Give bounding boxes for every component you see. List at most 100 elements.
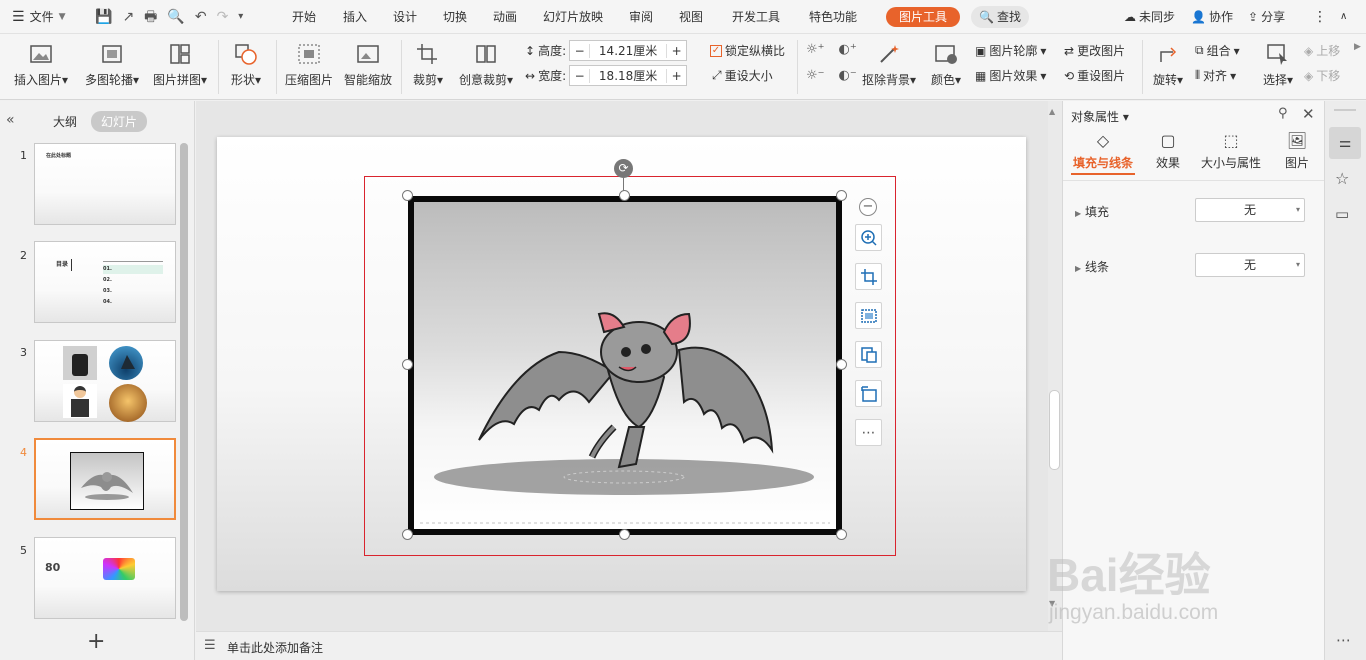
share-button[interactable]: ⇪ 分享	[1248, 0, 1285, 34]
tab-effects[interactable]: ▢ 效果	[1151, 131, 1185, 171]
bat-picture[interactable]	[408, 196, 842, 535]
shape-button[interactable]: 形状▾	[224, 42, 268, 88]
float-more-icon[interactable]: ⋯	[855, 419, 882, 446]
collapse-ribbon-icon[interactable]: ∧	[1340, 0, 1347, 34]
resize-handle-top-right[interactable]	[836, 190, 847, 201]
collapse-panel-icon[interactable]: «	[6, 112, 15, 128]
sync-button[interactable]: ☁ 未同步	[1124, 0, 1175, 34]
fill-dropdown[interactable]: 无 ▾	[1195, 198, 1305, 222]
brightness-down-icon[interactable]: ☼⁻	[806, 68, 825, 83]
line-dropdown[interactable]: 无 ▾	[1195, 253, 1305, 277]
contrast-down-icon[interactable]: ◐⁻	[839, 68, 857, 83]
tab-developer[interactable]: 开发工具	[732, 0, 780, 34]
tab-picture[interactable]: 🖼 图片	[1281, 131, 1313, 171]
collab-button[interactable]: 👤 协作	[1191, 0, 1233, 34]
tab-insert[interactable]: 插入	[343, 0, 367, 34]
float-frame-icon[interactable]	[855, 302, 882, 329]
save-icon[interactable]: 💾	[95, 0, 112, 34]
scroll-ribbon-right-icon[interactable]: ▶	[1354, 42, 1361, 52]
undo-icon[interactable]: ↶	[195, 0, 207, 34]
align-button[interactable]: ⫴ 对齐 ▾	[1195, 67, 1236, 84]
brightness-up-icon[interactable]: ☼⁺	[806, 42, 825, 57]
more-vertical-icon[interactable]: ⋮	[1313, 0, 1327, 34]
width-increment-button[interactable]: +	[666, 68, 686, 83]
smart-scale-button[interactable]: 智能缩放	[341, 42, 395, 88]
color-button[interactable]: 颜色▾	[926, 42, 966, 88]
tab-fill-and-line[interactable]: ◇ 填充与线条	[1071, 131, 1135, 175]
resize-handle-bottom[interactable]	[619, 529, 630, 540]
width-decrement-button[interactable]: −	[570, 68, 591, 83]
print-icon[interactable]: 🖶	[144, 0, 157, 34]
zoom-in-icon[interactable]	[855, 224, 882, 251]
resize-handle-bottom-left[interactable]	[402, 529, 413, 540]
slide-thumbnail-5[interactable]: 80	[34, 537, 176, 619]
reset-size-button[interactable]: ⤢ 重设大小	[712, 67, 773, 84]
creative-crop-button[interactable]: 创意裁剪▾	[455, 42, 517, 88]
pin-star-icon[interactable]: ☆	[1335, 169, 1349, 188]
float-replace-picture-icon[interactable]	[855, 380, 882, 407]
lock-ratio-checkbox[interactable]: ✓ 锁定纵横比	[710, 42, 785, 59]
slides-tab[interactable]: 幻灯片	[91, 111, 148, 132]
reset-picture-button[interactable]: ⟲ 重设图片	[1064, 67, 1125, 84]
export-icon[interactable]: ↗	[122, 0, 134, 34]
tab-special[interactable]: 特色功能	[809, 0, 857, 34]
height-increment-button[interactable]: +	[666, 43, 686, 58]
picture-collage-button[interactable]: 图片拼图▾	[149, 42, 211, 88]
resize-handle-top[interactable]	[619, 190, 630, 201]
multi-outline-button[interactable]: 多图轮播▾	[80, 42, 144, 88]
resize-handle-right[interactable]	[836, 359, 847, 370]
pin-icon[interactable]: ⚲	[1278, 106, 1288, 121]
search-box[interactable]: 🔍 查找	[971, 6, 1029, 28]
tab-transition[interactable]: 切换	[443, 0, 467, 34]
slide-thumbnail-3[interactable]	[34, 340, 176, 422]
more-chevron-icon[interactable]: ▾	[238, 0, 243, 34]
preview-icon[interactable]: 🔍	[167, 0, 184, 34]
comment-icon[interactable]: ▭	[1335, 205, 1349, 223]
collapse-float-toolbar-icon[interactable]: −	[859, 198, 877, 216]
tab-size-and-properties[interactable]: ⬚ 大小与属性	[1199, 131, 1263, 171]
tab-design[interactable]: 设计	[393, 0, 417, 34]
remove-background-button[interactable]: 抠除背景▾	[858, 42, 920, 88]
outline-tab[interactable]: 大纲	[53, 113, 77, 130]
picture-outline-button[interactable]: ▣ 图片轮廓 ▾	[975, 42, 1046, 59]
group-button[interactable]: ⧉ 组合 ▾	[1195, 42, 1240, 59]
rotate-button[interactable]: 旋转▾	[1148, 42, 1188, 88]
tab-start[interactable]: 开始	[292, 0, 316, 34]
tab-animation[interactable]: 动画	[493, 0, 517, 34]
contrast-up-icon[interactable]: ◐⁺	[839, 42, 857, 57]
notes-area[interactable]: ☰ 单击此处添加备注	[196, 631, 1062, 660]
move-down-button[interactable]: ◈ 下移	[1304, 67, 1340, 84]
insert-picture-button[interactable]: 插入图片▾	[10, 42, 72, 88]
height-decrement-button[interactable]: −	[570, 43, 591, 58]
tab-view[interactable]: 视图	[679, 0, 703, 34]
fill-section-toggle[interactable]: ▶ 填充	[1075, 203, 1109, 220]
close-icon[interactable]: ✕	[1302, 105, 1315, 123]
height-input[interactable]: 14.21厘米	[590, 42, 666, 59]
compress-picture-button[interactable]: 压缩图片	[282, 42, 336, 88]
slide-panel-scrollbar[interactable]	[180, 143, 188, 621]
select-button[interactable]: 选择▾	[1258, 42, 1298, 88]
change-picture-button[interactable]: ⇄ 更改图片	[1064, 42, 1125, 59]
resize-handle-left[interactable]	[402, 359, 413, 370]
slide-thumbnail-2[interactable]: 目录 01. 02. 03. 04.	[34, 241, 176, 323]
line-section-toggle[interactable]: ▶ 线条	[1075, 258, 1109, 275]
more-horizontal-icon[interactable]: ⋯	[1336, 631, 1351, 649]
crop-button[interactable]: 裁剪▾	[407, 42, 449, 88]
resize-handle-bottom-right[interactable]	[836, 529, 847, 540]
rotate-handle-icon[interactable]: ⟳	[614, 159, 633, 178]
float-crop-icon[interactable]	[855, 263, 882, 290]
move-up-button[interactable]: ◈ 上移	[1304, 42, 1340, 59]
tab-review[interactable]: 审阅	[629, 0, 653, 34]
tab-picture-tools[interactable]: 图片工具	[886, 7, 961, 27]
picture-effect-button[interactable]: ▦ 图片效果 ▾	[975, 67, 1046, 84]
tab-slideshow[interactable]: 幻灯片放映	[543, 0, 603, 34]
panel-title[interactable]: 对象属性 ▾	[1071, 108, 1129, 125]
float-copy-picture-icon[interactable]	[855, 341, 882, 368]
properties-sliders-icon[interactable]: ⚌	[1329, 127, 1361, 159]
width-input[interactable]: 18.18厘米	[590, 67, 666, 84]
slide-thumbnail-1[interactable]: 在此处标题	[34, 143, 176, 225]
redo-icon[interactable]: ↷	[217, 0, 229, 34]
file-menu[interactable]: ☰ 文件 ▼	[12, 0, 66, 34]
add-slide-button[interactable]: +	[87, 629, 105, 654]
slide-thumbnail-4[interactable]	[34, 438, 176, 520]
